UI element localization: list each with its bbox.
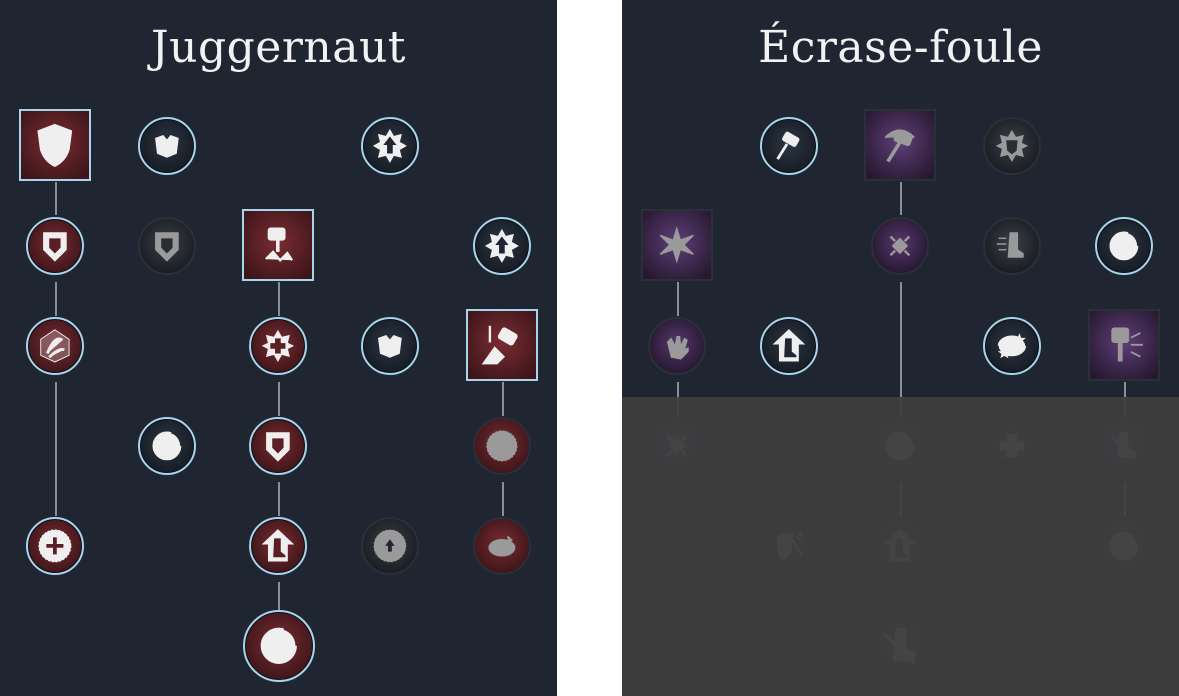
boot-icon	[772, 329, 806, 362]
skill-node-shatter[interactable]	[641, 209, 713, 281]
skill-node-boot-up-2[interactable]	[760, 317, 818, 375]
burst-arrow-icon	[484, 228, 520, 264]
connector	[502, 382, 504, 416]
heal-cross-icon	[38, 529, 72, 563]
connector	[55, 382, 57, 516]
skill-node-burst-locked[interactable]	[361, 517, 419, 575]
spin-icon	[152, 431, 182, 461]
locked-area-overlay	[622, 397, 1179, 696]
boot-icon	[261, 529, 295, 562]
hammer-icon	[481, 325, 518, 365]
skill-node-armor[interactable]	[138, 117, 196, 175]
connector	[900, 182, 902, 215]
connector	[502, 482, 504, 516]
skill-node-hammer-slam[interactable]	[1088, 309, 1160, 381]
hand-icon	[667, 336, 689, 360]
skill-node-shield[interactable]	[19, 109, 91, 181]
skill-node-star-orbit[interactable]	[983, 317, 1041, 375]
skill-node-hammer-swing[interactable]	[864, 109, 936, 181]
skill-node-hammer-spin-2[interactable]	[1095, 217, 1153, 275]
skill-node-burst-2[interactable]	[473, 217, 531, 275]
juggernaut-tree: Juggernaut	[0, 0, 557, 696]
skill-node-fist-shield[interactable]	[983, 117, 1041, 175]
skill-node-shield-down[interactable]	[26, 217, 84, 275]
skill-node-ultimate-hammer[interactable]	[243, 610, 315, 682]
shield-icon	[155, 232, 179, 262]
hammer-icon	[884, 129, 916, 163]
armor-icon	[378, 335, 402, 358]
shield-icon	[43, 232, 67, 262]
heal-cross-icon	[261, 329, 295, 363]
armor-icon	[155, 135, 179, 158]
skill-node-hand[interactable]	[648, 317, 706, 375]
skill-node-ring-spin[interactable]	[473, 517, 531, 575]
skill-node-hammer-spin[interactable]	[138, 417, 196, 475]
skill-node-boot-up[interactable]	[249, 517, 307, 575]
connector	[55, 182, 57, 215]
shield-icon	[266, 432, 290, 462]
burst-arrow-icon	[372, 128, 408, 164]
skill-node-fist-burst[interactable]	[473, 417, 531, 475]
connector	[55, 282, 57, 316]
tree-title: Écrase-foule	[758, 22, 1043, 73]
skill-node-shield-down-2[interactable]	[249, 417, 307, 475]
burst-arrow-icon	[659, 226, 695, 264]
skill-node-quake[interactable]	[871, 217, 929, 275]
connector	[677, 282, 679, 316]
boot-icon	[996, 232, 1024, 258]
connector	[278, 582, 280, 610]
hammer-icon	[265, 227, 294, 263]
connector	[278, 382, 280, 416]
tree-title: Juggernaut	[151, 22, 406, 73]
shield-icon	[995, 129, 1029, 163]
connector	[278, 482, 280, 516]
ecrase-foule-tree: Écrase-foule	[622, 0, 1179, 696]
skill-node-swirl[interactable]	[26, 317, 84, 375]
connector	[900, 282, 902, 416]
burst-arrow-icon	[889, 235, 911, 257]
skill-node-hammer-throw[interactable]	[760, 117, 818, 175]
skill-node-armor-2[interactable]	[361, 317, 419, 375]
spin-icon	[1109, 231, 1139, 261]
hammer-icon	[776, 131, 800, 160]
spin-icon	[997, 333, 1027, 359]
skill-node-chain-hammer[interactable]	[466, 309, 538, 381]
hammer-icon	[1111, 327, 1144, 362]
burst-arrow-icon	[40, 329, 70, 363]
skill-node-shield-locked[interactable]	[138, 217, 196, 275]
connector	[278, 282, 280, 316]
skill-node-burst[interactable]	[361, 117, 419, 175]
hammer-icon	[260, 627, 298, 665]
skill-node-heal-cross[interactable]	[26, 517, 84, 575]
skill-node-boot-dash[interactable]	[983, 217, 1041, 275]
shield-icon	[37, 124, 73, 168]
skill-node-hammer-smash[interactable]	[242, 209, 314, 281]
skill-node-heal-star[interactable]	[249, 317, 307, 375]
spin-icon	[488, 535, 516, 557]
burst-arrow-icon	[486, 430, 518, 462]
burst-arrow-icon	[373, 529, 407, 563]
